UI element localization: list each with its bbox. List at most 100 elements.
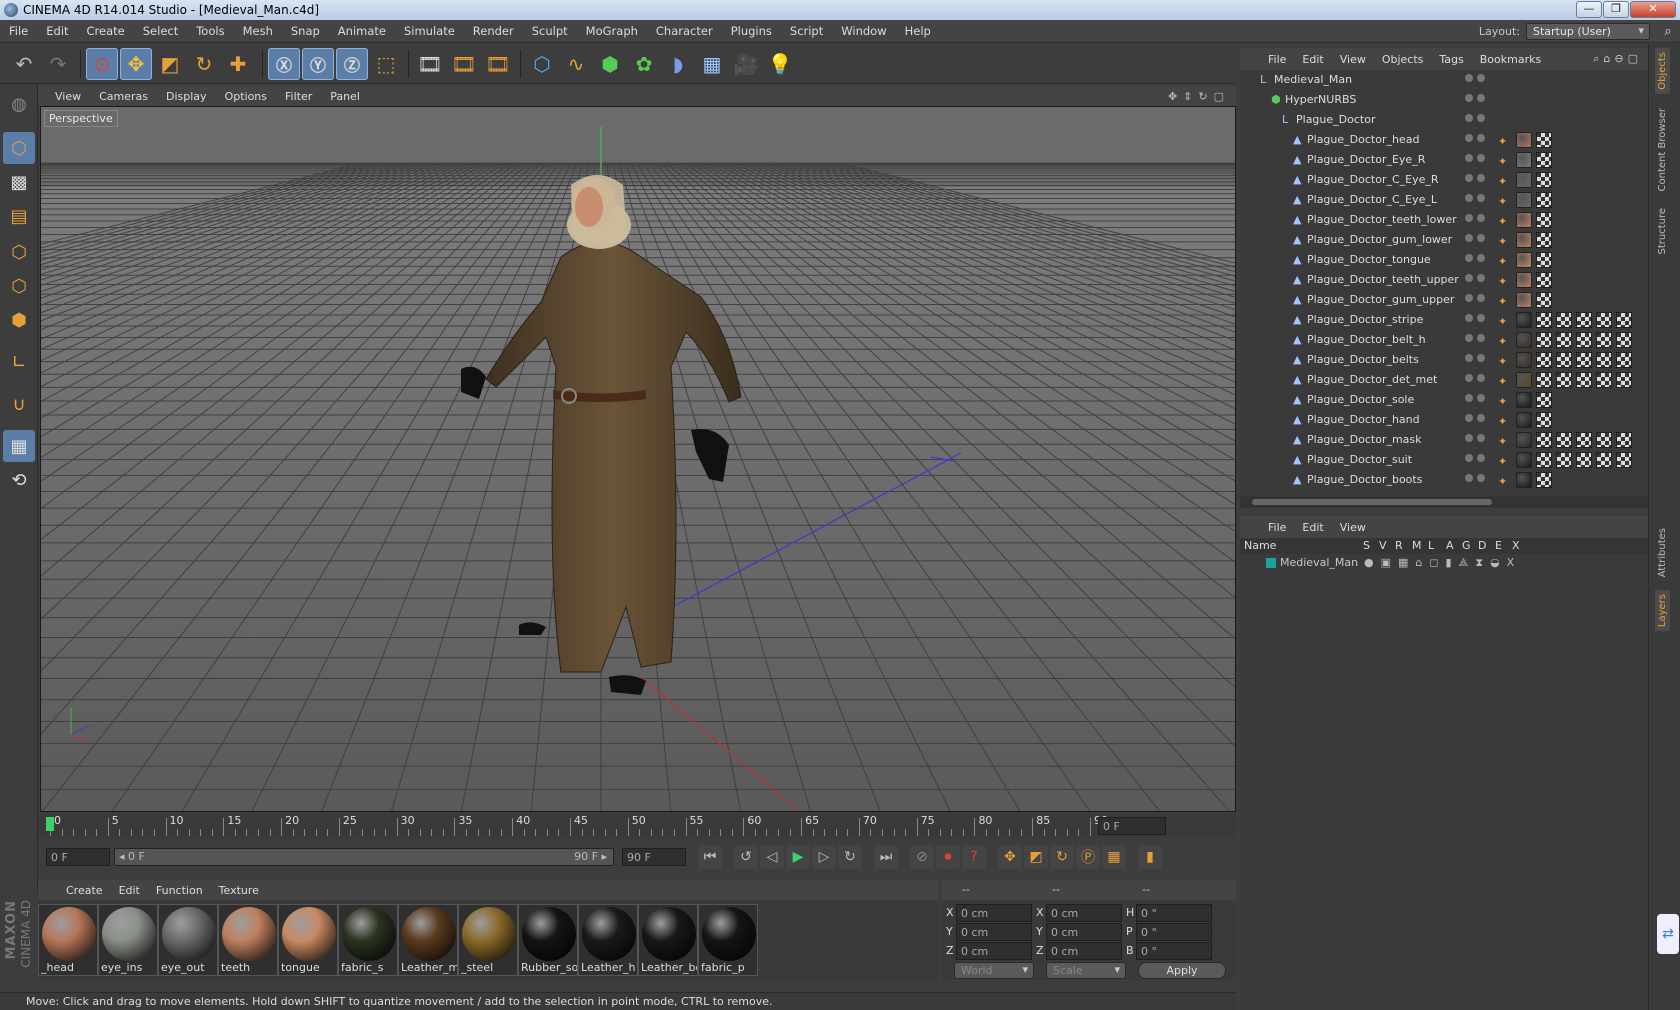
render-picture-viewer-icon[interactable]: 🎞 — [448, 48, 480, 80]
light-icon[interactable]: 💡 — [764, 48, 796, 80]
key-rotation-icon[interactable]: ↻ — [1050, 845, 1074, 869]
axis-mode-icon[interactable]: ∟ — [3, 346, 35, 378]
object-tags[interactable]: ✦ — [1498, 472, 1552, 488]
texture-mode-icon[interactable]: ▩ — [3, 166, 35, 198]
object-row[interactable]: ▲ Plague_Doctor_gum_lower ✦ — [1240, 230, 1640, 250]
visibility-dots[interactable] — [1465, 414, 1493, 426]
object-name[interactable]: Plague_Doctor_tongue — [1307, 250, 1431, 270]
teamviewer-icon[interactable]: ⇄ — [1657, 914, 1679, 954]
menu-character[interactable]: Character — [647, 24, 722, 38]
snap-magnet-icon[interactable]: ∪ — [3, 388, 35, 420]
layer-column-e[interactable]: E — [1495, 539, 1502, 552]
coordinate-system-icon[interactable]: ⬚ — [370, 48, 402, 80]
material-tag-icon[interactable] — [1516, 432, 1532, 448]
object-name[interactable]: Plague_Doctor_suit — [1307, 450, 1412, 470]
scale-tool-icon[interactable]: ◩ — [154, 48, 186, 80]
layer-column-m[interactable]: M — [1412, 539, 1422, 552]
uvw-tag-icon[interactable] — [1616, 452, 1632, 468]
object-name[interactable]: HyperNURBS — [1285, 90, 1356, 110]
next-frame-icon[interactable]: ▷ — [812, 845, 836, 869]
coord-value-field[interactable]: 0 cm — [956, 923, 1032, 941]
apply-button[interactable]: Apply — [1138, 962, 1226, 979]
layer-color-swatch[interactable] — [1266, 558, 1276, 568]
phong-tag-icon[interactable]: ✦ — [1498, 412, 1512, 428]
object-name[interactable]: Plague_Doctor_gum_upper — [1307, 290, 1454, 310]
object-row[interactable]: L Medieval_Man — [1240, 70, 1640, 90]
search-icon[interactable]: ⌕ — [1656, 24, 1680, 39]
uvw-tag-icon[interactable] — [1536, 212, 1552, 228]
coord-value-field[interactable]: 0 ° — [1136, 904, 1212, 922]
tab-layers[interactable]: Layers — [1655, 590, 1670, 632]
layer-name[interactable]: Medieval_Man — [1280, 554, 1358, 572]
uvw-tag-icon[interactable] — [1536, 192, 1552, 208]
model-mode-icon[interactable]: ⬡ — [3, 132, 35, 164]
coord-value-field[interactable]: 0 ° — [1136, 942, 1212, 960]
menu-tools[interactable]: Tools — [187, 24, 233, 38]
nurbs-icon[interactable]: ⬢ — [594, 48, 626, 80]
menu-animate[interactable]: Animate — [329, 24, 395, 38]
visibility-dots[interactable] — [1465, 174, 1493, 186]
coord-value-field[interactable]: 0 cm — [1046, 904, 1122, 922]
object-tags[interactable]: ✦ — [1498, 132, 1552, 148]
key-pla-icon[interactable]: ▦ — [1102, 845, 1126, 869]
redo-icon[interactable]: ↷ — [42, 48, 74, 80]
playhead[interactable] — [46, 817, 54, 831]
tab-attributes[interactable]: Attributes — [1655, 524, 1670, 581]
layer-column-name[interactable]: Name — [1244, 539, 1276, 552]
coord-value-field[interactable]: 0 cm — [1046, 923, 1122, 941]
uvw-tag-icon[interactable] — [1556, 432, 1572, 448]
visibility-dots[interactable] — [1465, 214, 1493, 226]
layer-column-x[interactable]: X — [1512, 539, 1520, 552]
material-thumbnail[interactable]: Rubber_so — [518, 904, 578, 976]
material-tag-icon[interactable] — [1516, 332, 1532, 348]
visibility-dots[interactable] — [1465, 74, 1493, 86]
material-tag-icon[interactable] — [1516, 352, 1532, 368]
layer-column-a[interactable]: A — [1446, 539, 1454, 552]
menu-script[interactable]: Script — [781, 24, 832, 38]
visibility-dots[interactable] — [1465, 374, 1493, 386]
objects-menu-bookmarks[interactable]: Bookmarks — [1472, 53, 1549, 66]
object-row[interactable]: ▲ Plague_Doctor_stripe ✦ — [1240, 310, 1640, 330]
object-tags[interactable]: ✦ — [1498, 312, 1632, 328]
visibility-dots[interactable] — [1465, 134, 1493, 146]
object-name[interactable]: Plague_Doctor_boots — [1307, 470, 1422, 490]
objects-menu-tags[interactable]: Tags — [1431, 53, 1471, 66]
menu-select[interactable]: Select — [134, 24, 187, 38]
object-tags[interactable]: ✦ — [1498, 152, 1552, 168]
move-tool-icon[interactable]: ✥ — [120, 48, 152, 80]
phong-tag-icon[interactable]: ✦ — [1498, 352, 1512, 368]
key-position-icon[interactable]: ✥ — [998, 845, 1022, 869]
close-button[interactable]: ✕ — [1630, 1, 1676, 18]
object-tags[interactable]: ✦ — [1498, 292, 1552, 308]
object-tags[interactable]: ✦ — [1498, 332, 1632, 348]
uvw-tag-icon[interactable] — [1536, 252, 1552, 268]
layer-column-g[interactable]: G — [1462, 539, 1471, 552]
end-frame-field[interactable]: 90 F — [622, 848, 686, 866]
objects-menu-edit[interactable]: Edit — [1294, 53, 1331, 66]
layer-column-s[interactable]: S — [1363, 539, 1370, 552]
material-tag-icon[interactable] — [1516, 312, 1532, 328]
material-tag-icon[interactable] — [1516, 272, 1532, 288]
visibility-dots[interactable] — [1465, 254, 1493, 266]
phong-tag-icon[interactable]: ✦ — [1498, 192, 1512, 208]
key-parameter-icon[interactable]: Ⓟ — [1076, 845, 1100, 869]
y-axis-lock-icon[interactable]: Ⓨ — [302, 48, 334, 80]
object-row[interactable]: ▲ Plague_Doctor_head ✦ — [1240, 130, 1640, 150]
minimize-button[interactable]: — — [1576, 1, 1602, 18]
phong-tag-icon[interactable]: ✦ — [1498, 392, 1512, 408]
menu-edit[interactable]: Edit — [37, 24, 77, 38]
uvw-tag-icon[interactable] — [1616, 352, 1632, 368]
object-name[interactable]: Plague_Doctor_C_Eye_R — [1307, 170, 1439, 190]
viewport-navigation-icons[interactable]: ✥⇕↻▢ — [1168, 90, 1230, 103]
autokey-icon[interactable]: ⏺ — [936, 845, 960, 869]
object-tags[interactable]: ✦ — [1498, 272, 1552, 288]
visibility-dots[interactable] — [1465, 394, 1493, 406]
record-keys-icon[interactable]: ⊘ — [910, 845, 934, 869]
menu-mograph[interactable]: MoGraph — [577, 24, 647, 38]
keyframe-selection-icon[interactable]: ? — [962, 845, 986, 869]
phong-tag-icon[interactable]: ✦ — [1498, 172, 1512, 188]
phong-tag-icon[interactable]: ✦ — [1498, 372, 1512, 388]
object-tags[interactable]: ✦ — [1498, 192, 1552, 208]
material-tag-icon[interactable] — [1516, 132, 1532, 148]
layer-row[interactable]: Medieval_Man ●▣▦⌂◻▮⟁⧗◒X — [1240, 554, 1640, 572]
